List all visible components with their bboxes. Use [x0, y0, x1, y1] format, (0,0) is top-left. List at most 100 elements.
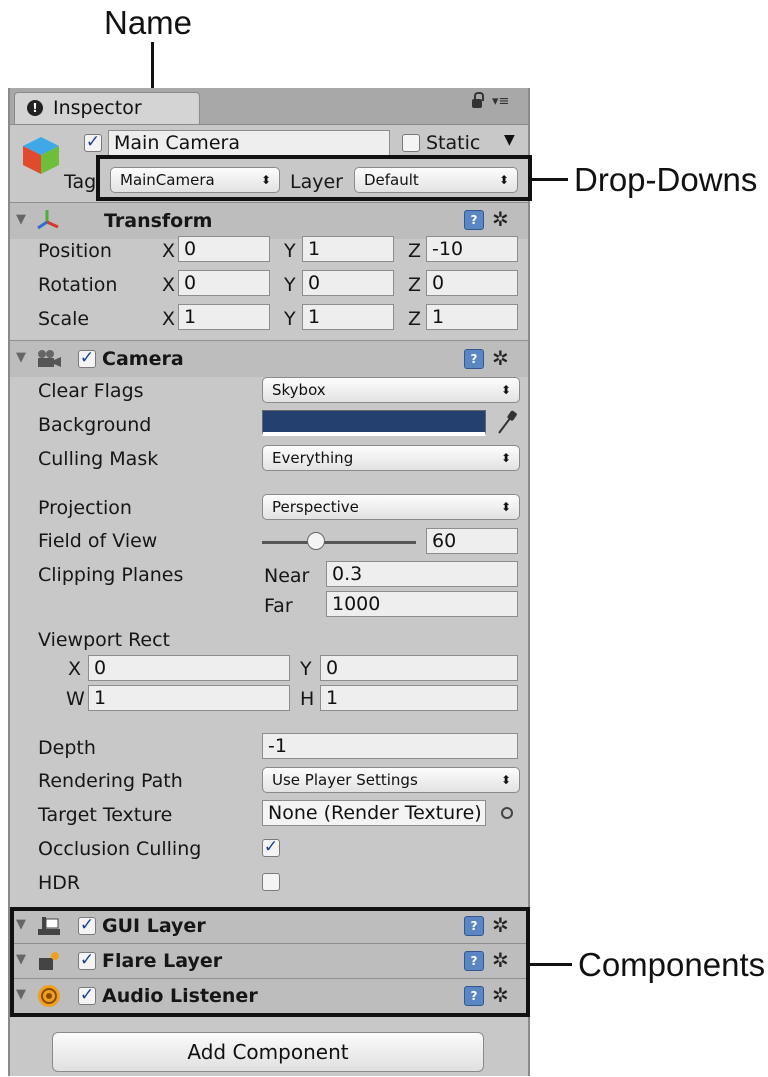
rotation-y-field[interactable]: 0 [302, 270, 394, 296]
transform-axes-icon [37, 210, 59, 230]
collapse-triangle-icon[interactable]: ▼ [16, 350, 26, 365]
dropdowns-highlight [96, 155, 532, 201]
projection-label: Projection [38, 497, 132, 519]
viewport-w-label: W [66, 688, 85, 710]
axis-y-label: Y [284, 308, 296, 330]
axis-z-label: Z [408, 274, 422, 296]
info-icon: ! [27, 100, 43, 116]
hdr-label: HDR [38, 872, 81, 894]
scale-z-field[interactable]: 1 [426, 304, 518, 330]
position-label: Position [38, 240, 112, 262]
gameobject-name-field[interactable]: Main Camera [108, 130, 390, 156]
projection-value: Perspective [272, 498, 359, 516]
gear-icon[interactable]: ✲ [492, 348, 509, 368]
target-texture-field[interactable]: None (Render Texture) [262, 800, 486, 826]
axis-x-label: X [162, 240, 176, 262]
updown-icon: ⬍ [500, 451, 511, 465]
help-icon[interactable]: ? [464, 210, 484, 230]
tab-inspector-label: Inspector [53, 97, 142, 119]
static-checkbox[interactable] [402, 134, 420, 152]
gear-icon[interactable]: ✲ [492, 209, 509, 229]
background-label: Background [38, 414, 152, 436]
projection-dropdown[interactable]: Perspective ⬍ [262, 494, 520, 520]
lock-shackle-icon [474, 92, 484, 101]
updown-icon: ⬍ [500, 773, 511, 787]
culling-mask-dropdown[interactable]: Everything ⬍ [262, 445, 520, 471]
gameobject-active-checkbox[interactable]: ✓ [84, 134, 102, 152]
near-label: Near [264, 565, 310, 587]
depth-field[interactable]: -1 [262, 733, 518, 759]
rendering-path-label: Rendering Path [38, 770, 183, 792]
axis-x-label: X [162, 308, 176, 330]
culling-mask-label: Culling Mask [38, 448, 159, 470]
background-color-swatch[interactable] [262, 410, 486, 436]
static-dropdown-arrow-icon[interactable]: ▼ [504, 132, 515, 148]
annotation-dropdowns: Drop-Downs [574, 161, 758, 198]
transform-title: Transform [104, 210, 213, 232]
viewport-x-label: X [68, 658, 82, 680]
occlusion-culling-checkbox[interactable]: ✓ [262, 839, 280, 857]
fov-label: Field of View [38, 530, 158, 552]
add-component-button[interactable]: Add Component [52, 1032, 484, 1072]
updown-icon: ⬍ [500, 383, 511, 397]
transform-header[interactable]: ▼ Transform ? ✲ [10, 203, 528, 239]
annotation-name: Name [104, 4, 193, 41]
position-y-field[interactable]: 1 [302, 236, 394, 262]
fov-slider-thumb[interactable] [306, 532, 325, 550]
clipping-planes-label: Clipping Planes [38, 564, 184, 586]
collapse-triangle-icon[interactable]: ▼ [16, 212, 26, 227]
eyedropper-icon[interactable] [496, 410, 518, 436]
camera-title: Camera [102, 348, 184, 370]
static-label: Static [426, 132, 481, 154]
occlusion-culling-label: Occlusion Culling [38, 838, 202, 860]
hdr-checkbox[interactable] [262, 873, 280, 891]
camera-enabled-checkbox[interactable]: ✓ [78, 350, 96, 368]
object-picker-icon[interactable] [501, 807, 513, 819]
depth-label: Depth [38, 737, 96, 759]
viewport-rect-label: Viewport Rect [38, 629, 171, 651]
target-texture-label: Target Texture [38, 804, 173, 826]
axis-y-label: Y [284, 274, 296, 296]
axis-z-label: Z [408, 308, 422, 330]
near-field[interactable]: 0.3 [326, 561, 518, 587]
viewport-h-field[interactable]: 1 [320, 685, 518, 711]
far-field[interactable]: 1000 [326, 591, 518, 617]
far-label: Far [264, 595, 293, 617]
position-x-field[interactable]: 0 [178, 236, 270, 262]
axis-y-label: Y [284, 240, 296, 262]
viewport-y-field[interactable]: 0 [320, 655, 518, 681]
gameobject-cube-icon [20, 134, 62, 176]
fov-slider-track[interactable] [262, 541, 416, 544]
axis-x-label: X [162, 274, 176, 296]
rotation-z-field[interactable]: 0 [426, 270, 518, 296]
scale-label: Scale [38, 308, 90, 330]
position-z-field[interactable]: -10 [426, 236, 518, 262]
viewport-w-field[interactable]: 1 [88, 685, 290, 711]
clear-flags-value: Skybox [272, 381, 326, 399]
viewport-h-label: H [300, 688, 315, 710]
scale-y-field[interactable]: 1 [302, 304, 394, 330]
clear-flags-dropdown[interactable]: Skybox ⬍ [262, 377, 520, 403]
scale-x-field[interactable]: 1 [178, 304, 270, 330]
tag-label: Tag [64, 171, 97, 193]
inspector-panel: ! Inspector ▾≡ ✓ Main Camera Static ▼ Ta… [8, 88, 532, 1076]
viewport-y-label: Y [300, 658, 312, 680]
annotation-components-line [526, 963, 572, 966]
components-highlight [10, 907, 530, 1017]
help-icon[interactable]: ? [464, 349, 484, 369]
rotation-x-field[interactable]: 0 [178, 270, 270, 296]
rendering-path-dropdown[interactable]: Use Player Settings ⬍ [262, 767, 520, 793]
rotation-label: Rotation [38, 274, 118, 296]
axis-z-label: Z [408, 240, 422, 262]
culling-mask-value: Everything [272, 449, 354, 467]
annotation-components: Components [578, 946, 766, 983]
camera-header[interactable]: ▼ ✓ Camera ? ✲ [10, 341, 528, 377]
panel-menu-icon[interactable]: ▾≡ [492, 94, 509, 109]
viewport-x-field[interactable]: 0 [88, 655, 290, 681]
updown-icon: ⬍ [500, 500, 511, 514]
tab-inspector[interactable]: ! Inspector [14, 92, 200, 124]
rendering-path-value: Use Player Settings [272, 771, 418, 789]
fov-field[interactable]: 60 [426, 528, 518, 554]
tab-strip: ! Inspector ▾≡ [10, 88, 528, 125]
clear-flags-label: Clear Flags [38, 380, 144, 402]
